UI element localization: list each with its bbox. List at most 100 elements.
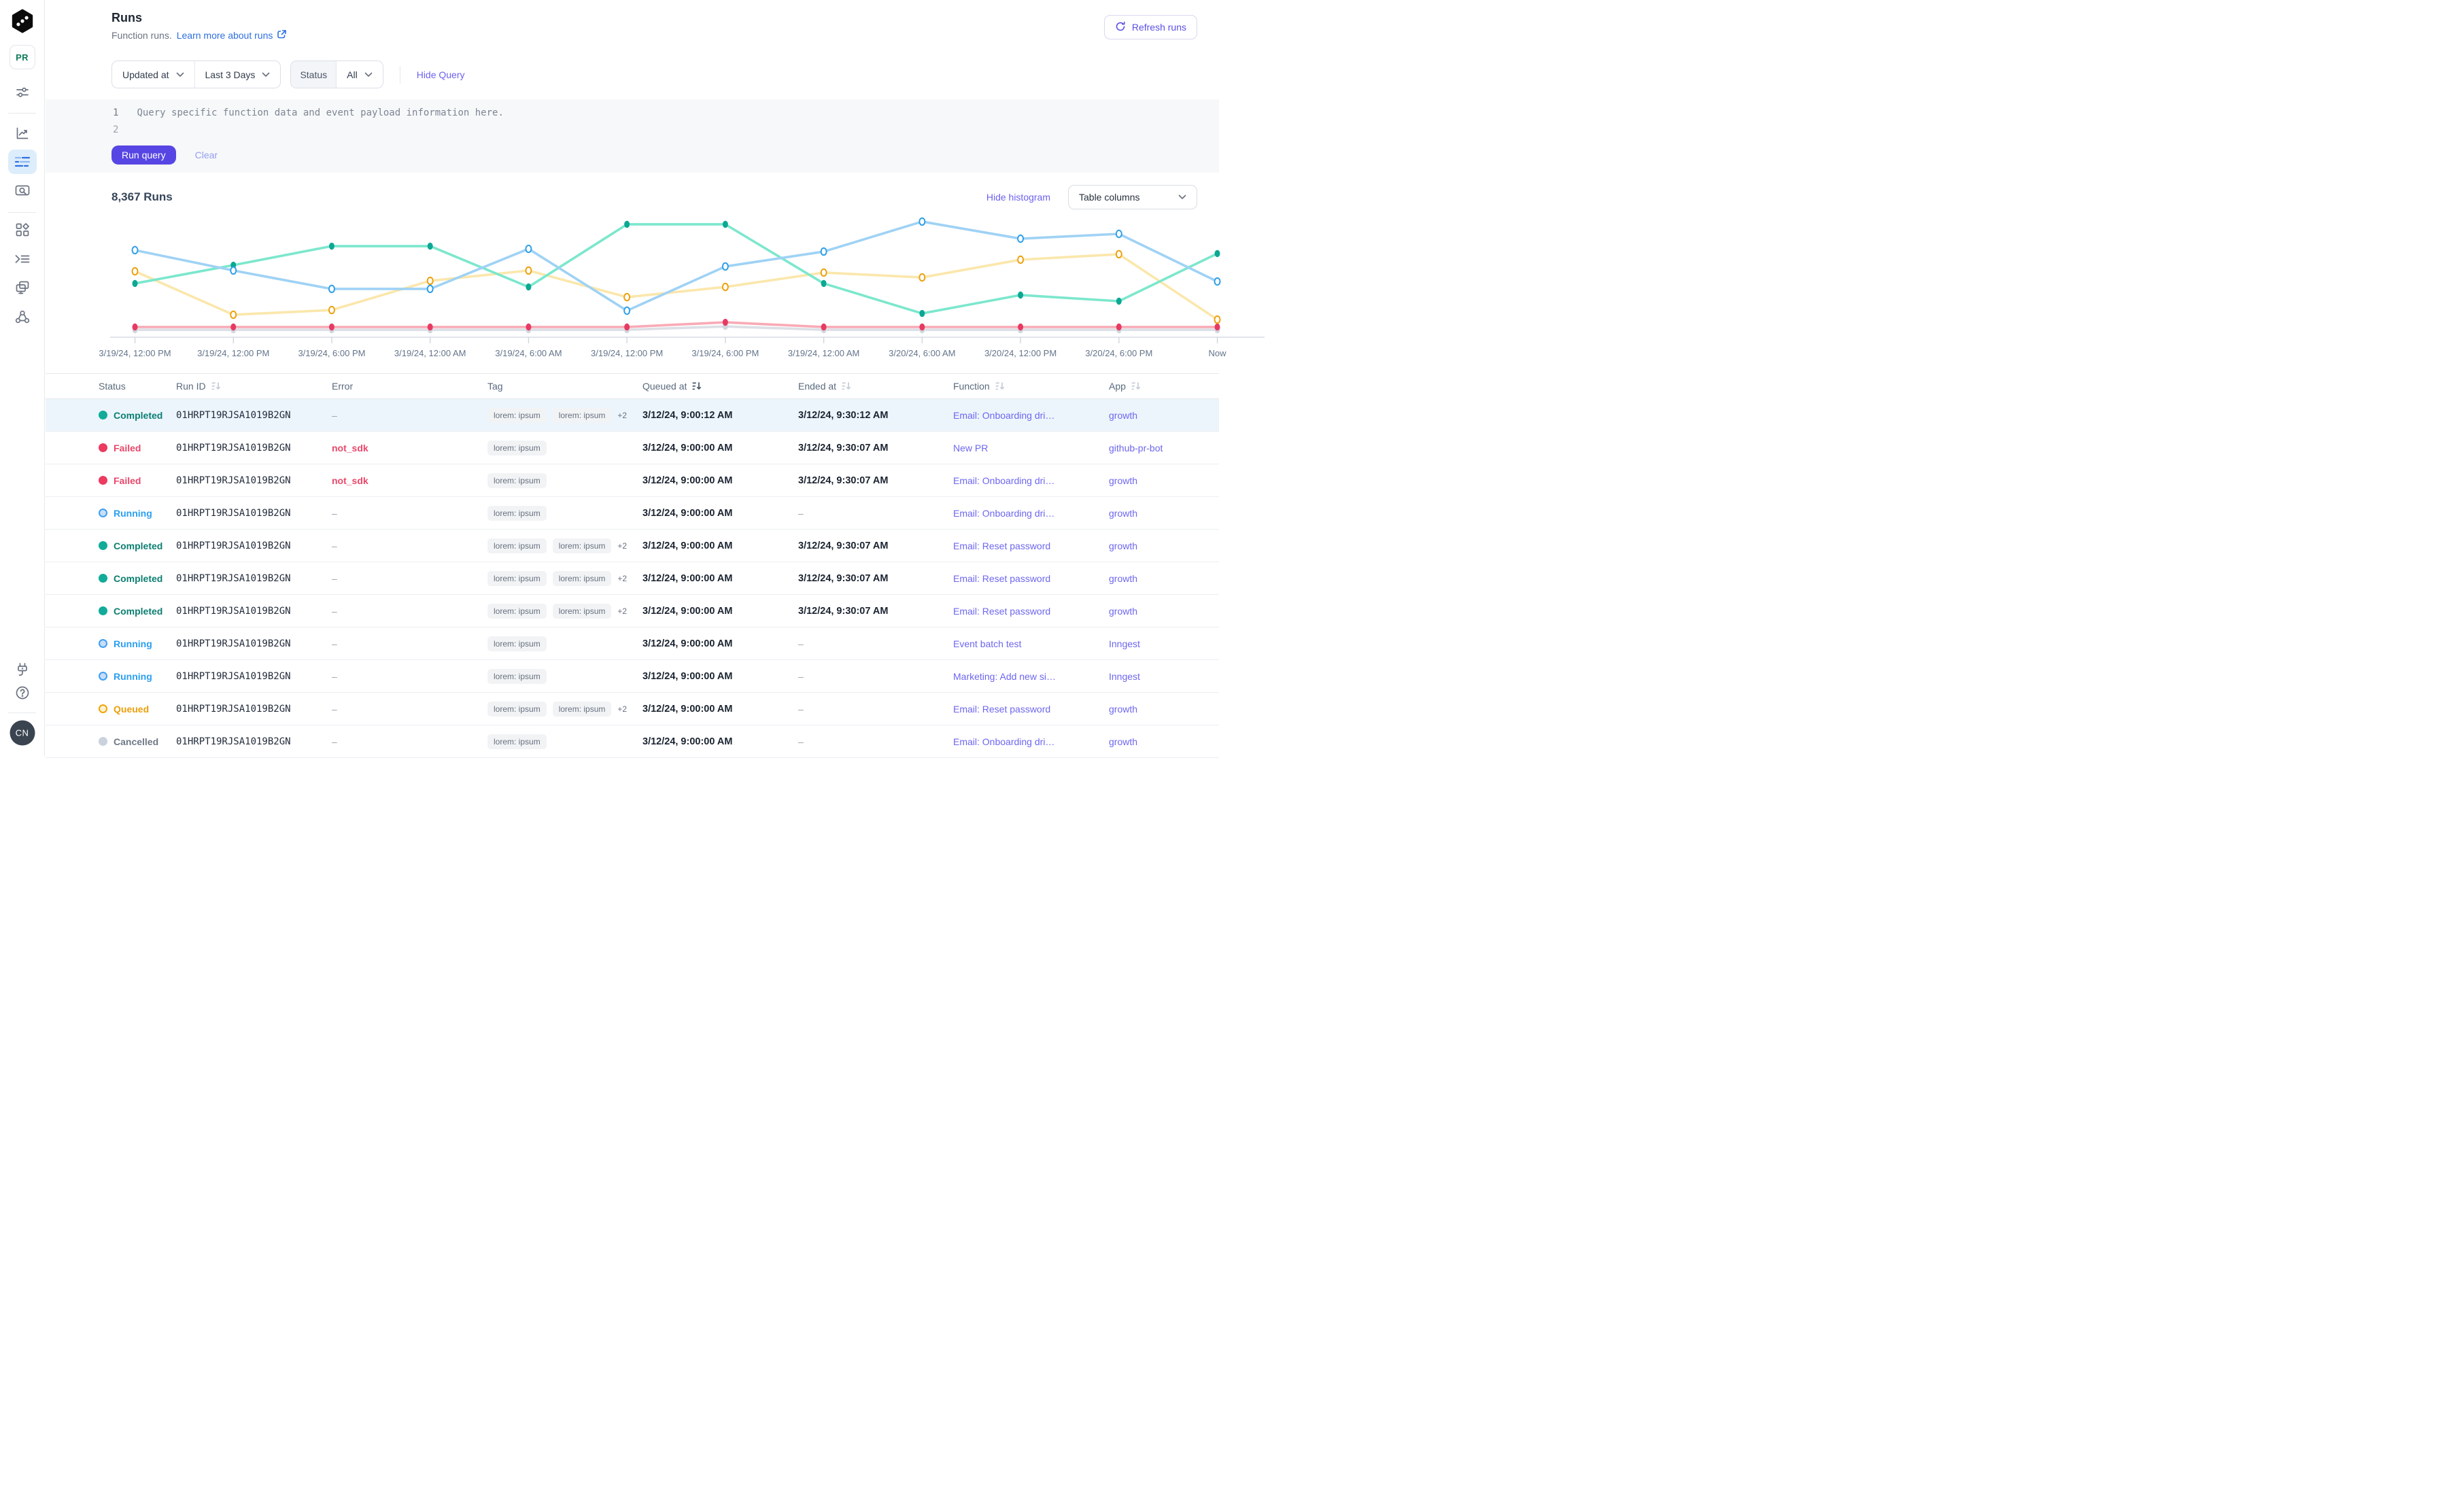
data-point-completed[interactable] [723,221,728,228]
app-link[interactable]: growth [1109,508,1137,519]
data-point-queued[interactable] [1018,256,1023,263]
events-icon[interactable] [15,280,30,295]
app-link[interactable]: github-pr-bot [1109,443,1163,453]
apps-icon[interactable] [15,222,30,237]
hide-query-link[interactable]: Hide Query [417,69,465,80]
function-link[interactable]: Email: Onboarding dri… [953,736,1054,747]
app-link[interactable]: growth [1109,704,1137,715]
function-link[interactable]: Email: Reset password [953,606,1050,617]
webhooks-icon[interactable] [14,310,30,324]
data-point-failed[interactable] [919,324,925,330]
sort-icon[interactable] [692,381,702,391]
function-link[interactable]: Email: Reset password [953,704,1050,715]
data-point-queued[interactable] [526,267,531,274]
data-point-queued[interactable] [428,277,433,284]
status-filter-value[interactable]: All [337,61,383,88]
data-point-running[interactable] [821,248,827,255]
plug-icon[interactable] [15,662,29,677]
table-row[interactable]: Failed01HRPT19RJSA1019B2GNnot_sdklorem: … [46,432,1219,464]
data-point-running[interactable] [1018,235,1023,242]
data-point-failed[interactable] [1116,324,1122,330]
data-point-completed[interactable] [821,280,827,287]
user-avatar[interactable]: CN [10,721,35,746]
app-link[interactable]: Inngest [1109,671,1140,682]
data-point-completed[interactable] [428,243,433,250]
table-row[interactable]: Running01HRPT19RJSA1019B2GN–lorem: ipsum… [46,628,1219,660]
refresh-runs-button[interactable]: Refresh runs [1104,15,1197,39]
app-link[interactable]: Inngest [1109,638,1140,649]
function-link[interactable]: Marketing: Add new si… [953,671,1056,682]
data-point-queued[interactable] [329,307,334,313]
data-point-queued[interactable] [1215,316,1220,323]
data-point-failed[interactable] [624,324,630,330]
search-icon[interactable] [14,184,30,198]
data-point-completed[interactable] [624,221,630,228]
runs-icon[interactable] [8,150,37,174]
data-point-running[interactable] [526,245,531,252]
time-range-select[interactable]: Last 3 Days [194,61,281,88]
sliders-icon[interactable] [15,85,30,100]
table-row[interactable]: Completed01HRPT19RJSA1019B2GN–lorem: ips… [46,595,1219,628]
data-point-failed[interactable] [329,324,334,330]
data-point-queued[interactable] [1116,251,1122,258]
data-point-running[interactable] [723,263,728,270]
data-point-failed[interactable] [1215,324,1220,330]
column-header-app[interactable]: App [1109,381,1199,392]
function-link[interactable]: Email: Onboarding dri… [953,508,1054,519]
app-link[interactable]: growth [1109,573,1137,584]
data-point-running[interactable] [133,247,138,254]
sort-field-select[interactable]: Updated at [112,61,194,88]
query-editor[interactable]: 1 Query specific function data and event… [46,99,1219,173]
function-link[interactable]: Email: Reset password [953,540,1050,551]
column-header-function[interactable]: Function [953,381,1109,392]
data-point-queued[interactable] [133,268,138,275]
table-row[interactable]: Cancelled01HRPT19RJSA1019B2GN–lorem: ips… [46,725,1219,758]
sort-icon[interactable] [1131,381,1141,391]
data-point-completed[interactable] [1215,250,1220,257]
tags-more-count[interactable]: +2 [617,541,627,551]
data-point-failed[interactable] [133,324,138,330]
clear-query-button[interactable]: Clear [195,150,218,160]
data-point-queued[interactable] [230,311,236,318]
data-point-completed[interactable] [919,310,925,317]
function-link[interactable]: Email: Onboarding dri… [953,475,1054,486]
inngest-logo[interactable] [10,9,35,33]
sort-icon[interactable] [995,381,1005,391]
data-point-running[interactable] [624,307,630,314]
table-row[interactable]: Running01HRPT19RJSA1019B2GN–lorem: ipsum… [46,660,1219,693]
data-point-completed[interactable] [133,280,138,287]
data-point-queued[interactable] [723,284,728,290]
data-point-completed[interactable] [329,243,334,250]
table-columns-select[interactable]: Table columns [1068,185,1197,209]
app-link[interactable]: growth [1109,540,1137,551]
tags-more-count[interactable]: +2 [617,606,627,616]
status-filter[interactable]: Status All [290,61,383,88]
sort-icon[interactable] [842,381,851,391]
metrics-icon[interactable] [15,126,30,141]
data-point-queued[interactable] [624,294,630,300]
data-point-queued[interactable] [821,269,827,276]
learn-more-link[interactable]: Learn more about runs [177,29,288,41]
run-query-button[interactable]: Run query [111,145,176,165]
function-link[interactable]: Event batch test [953,638,1021,649]
function-link[interactable]: Email: Reset password [953,573,1050,584]
tags-more-count[interactable]: +2 [617,704,627,714]
data-point-completed[interactable] [526,284,531,290]
table-row[interactable]: Completed01HRPT19RJSA1019B2GN–lorem: ips… [46,399,1219,432]
app-link[interactable]: growth [1109,736,1137,747]
data-point-failed[interactable] [723,319,728,326]
table-row[interactable]: Completed01HRPT19RJSA1019B2GN–lorem: ips… [46,562,1219,595]
tags-more-count[interactable]: +2 [617,574,627,583]
data-point-failed[interactable] [821,324,827,330]
data-point-running[interactable] [1116,230,1122,237]
sort-icon[interactable] [211,381,221,391]
data-point-failed[interactable] [526,324,531,330]
table-row[interactable]: Failed01HRPT19RJSA1019B2GNnot_sdklorem: … [46,464,1219,497]
data-point-failed[interactable] [428,324,433,330]
data-point-running[interactable] [1215,278,1220,285]
app-link[interactable]: growth [1109,475,1137,486]
environment-badge[interactable]: PR [10,45,35,69]
function-link[interactable]: New PR [953,443,988,453]
table-row[interactable]: Completed01HRPT19RJSA1019B2GN–lorem: ips… [46,530,1219,562]
table-row[interactable]: Running01HRPT19RJSA1019B2GN–lorem: ipsum… [46,497,1219,530]
